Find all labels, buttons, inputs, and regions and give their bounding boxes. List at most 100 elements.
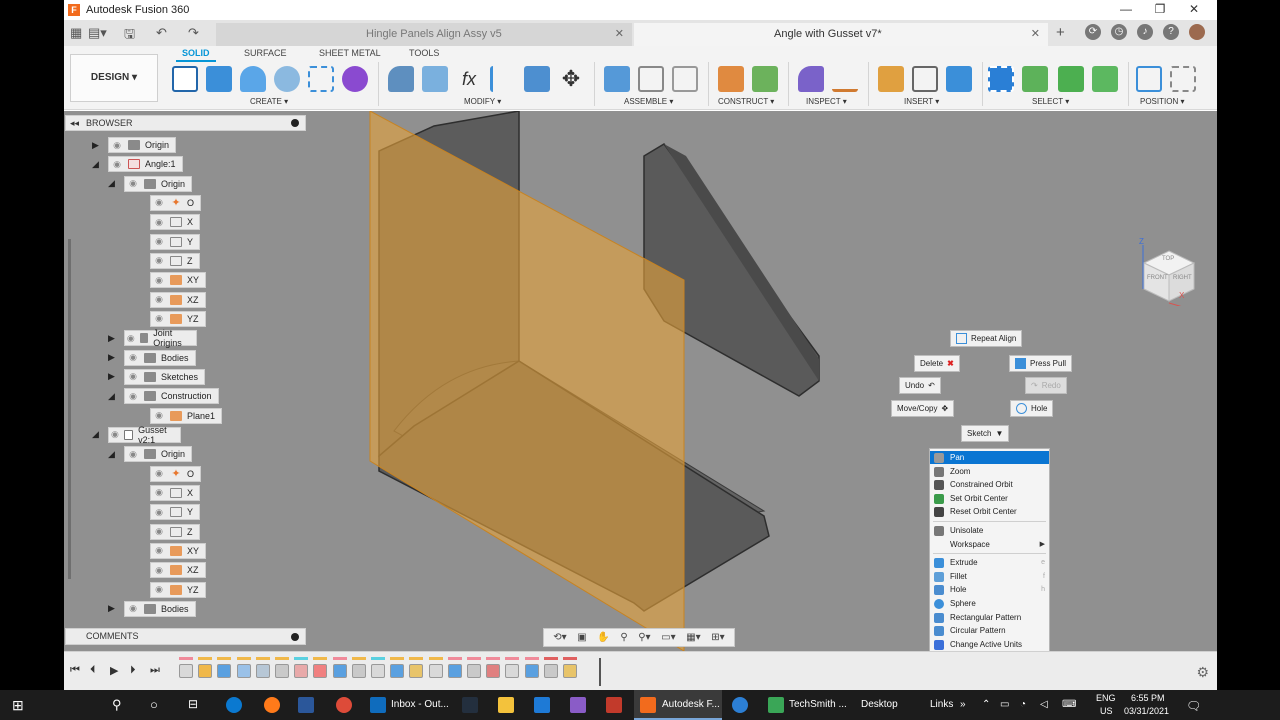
outlook-icon[interactable] [370, 697, 386, 713]
insert-mcmaster-icon[interactable] [878, 66, 904, 92]
timeline-feature-icon[interactable] [275, 664, 289, 678]
timeline-feature-icon[interactable] [409, 664, 424, 678]
edge-icon[interactable] [226, 697, 242, 713]
offset-plane-icon[interactable] [718, 66, 744, 92]
collapse-arrow-icon[interactable]: ◢ [108, 391, 115, 402]
menu-item-extrude[interactable]: Extrude e [930, 556, 1049, 569]
assemble-group-label[interactable]: ASSEMBLE ▾ [624, 97, 673, 106]
browser-node[interactable]: ◉ Origin [108, 137, 177, 153]
comments-add-icon[interactable] [291, 633, 299, 641]
close-button[interactable]: ✕ [1177, 0, 1211, 18]
tab-close-icon[interactable]: ✕ [1031, 23, 1040, 46]
job-status-icon[interactable]: ◷ [1111, 24, 1127, 40]
expand-arrow-icon[interactable]: ▶ [108, 603, 115, 614]
step-forward-icon[interactable]: ⏵ [130, 664, 136, 677]
visual-studio-icon[interactable] [570, 697, 586, 713]
browser-node[interactable]: ◉ ✦ O [150, 465, 202, 482]
notifications-center-icon[interactable]: 🗨 [1186, 699, 1201, 713]
browser-node[interactable]: ◉ Bodies [124, 349, 196, 366]
taskbar-inbox-label[interactable]: Inbox - Out... [391, 699, 449, 710]
visibility-eye-icon[interactable]: ◉ [151, 197, 167, 208]
task-view-icon[interactable]: ⊟ [188, 697, 204, 713]
language-label[interactable]: ENG [1096, 693, 1116, 703]
viewcube-right-label[interactable]: RIGHT [1173, 275, 1192, 281]
capture-position-icon[interactable] [1136, 66, 1162, 92]
measure-icon[interactable] [798, 66, 824, 92]
menu-item-hole[interactable]: Hole h [930, 583, 1049, 596]
cloud-icon[interactable] [732, 697, 748, 713]
menu-item-change-active-units[interactable]: Change Active Units [930, 638, 1049, 651]
press-pull-icon[interactable] [388, 66, 414, 92]
desktop-toolbar-label[interactable]: Desktop [861, 699, 898, 710]
browser-node[interactable]: ◉ ✦ O [150, 194, 202, 211]
comments-panel[interactable]: COMMENTS [65, 628, 306, 645]
press-pull-button[interactable]: Press Pull [1009, 355, 1073, 372]
region-label[interactable]: US [1100, 706, 1113, 716]
visibility-eye-icon[interactable]: ◉ [151, 313, 167, 324]
visibility-eye-icon[interactable]: ◉ [151, 468, 167, 479]
visibility-eye-icon[interactable]: ◉ [151, 507, 167, 518]
display-settings-icon[interactable]: ▭▾ [661, 632, 675, 643]
file-menu-icon[interactable]: ▤▾ [88, 25, 107, 41]
viewports-icon[interactable]: ⊞▾ [711, 632, 724, 643]
collapse-arrow-icon[interactable]: ◢ [108, 178, 115, 189]
tab-close-icon[interactable]: ✕ [615, 23, 624, 46]
tab-surface[interactable]: SURFACE [244, 48, 287, 58]
browser-node[interactable]: ◉ Y [150, 504, 201, 521]
viewcube[interactable]: Z X TOP FRONT RIGHT [1139, 237, 1199, 306]
links-toolbar-label[interactable]: Links [930, 699, 953, 710]
redo-button[interactable]: ↷ Redo [1025, 377, 1067, 394]
browser-node[interactable]: ◉ Joint Origins [124, 328, 197, 348]
delete-button[interactable]: Delete ✖ [914, 355, 960, 372]
amazon-music-icon[interactable] [462, 697, 478, 713]
visibility-eye-icon[interactable]: ◉ [151, 217, 167, 228]
network-icon[interactable]: ▭ [1000, 699, 1009, 710]
visibility-eye-icon[interactable]: ◉ [151, 526, 167, 537]
window-select-icon[interactable] [988, 66, 1014, 92]
hole-icon[interactable] [274, 66, 300, 92]
browser-node[interactable]: ◉ YZ [150, 581, 206, 598]
tray-up-arrow-icon[interactable]: ⌃ [982, 699, 990, 710]
visibility-eye-icon[interactable]: ◉ [109, 159, 125, 170]
timeline-feature-icon[interactable] [486, 664, 501, 678]
grid-settings-icon[interactable]: ▦▾ [686, 632, 700, 643]
go-to-end-icon[interactable]: ⏭ [150, 664, 160, 677]
revolve-icon[interactable] [240, 66, 266, 92]
browser-node[interactable]: ◉ Plane1 [150, 407, 223, 424]
clock-time[interactable]: 6:55 PM [1131, 693, 1165, 703]
browser-node[interactable]: ◉ XZ [150, 291, 206, 308]
extrude-icon[interactable] [206, 66, 232, 92]
timeline-settings-gear-icon[interactable]: ⚙ [1196, 664, 1209, 681]
visibility-eye-icon[interactable]: ◉ [125, 391, 141, 402]
browser-header[interactable]: ◂◂ BROWSER [65, 115, 306, 131]
browser-node[interactable]: ◉ Angle:1 [108, 156, 183, 173]
visibility-eye-icon[interactable]: ◉ [125, 603, 141, 614]
browser-node[interactable]: ◉ YZ [150, 310, 206, 327]
cortana-icon[interactable]: ○ [150, 697, 166, 713]
chrome-icon[interactable] [336, 697, 352, 713]
touch-keyboard-icon[interactable]: ⌨ [1062, 699, 1076, 710]
visibility-eye-icon[interactable]: ◉ [151, 565, 167, 576]
menu-item-circular-pattern[interactable]: Circular Pattern [930, 624, 1049, 637]
menu-item-sphere[interactable]: Sphere [930, 597, 1049, 610]
notifications-icon[interactable]: ♪ [1137, 24, 1153, 40]
timeline-marker[interactable] [599, 658, 601, 686]
menu-item-set-orbit-center[interactable]: Set Orbit Center [930, 492, 1049, 505]
zoom-icon[interactable]: ⚲ [620, 632, 627, 643]
pattern-icon[interactable] [308, 66, 334, 92]
joint-icon[interactable] [638, 66, 664, 92]
browser-node[interactable]: ◉ XZ [150, 562, 206, 579]
undo-button[interactable]: Undo ↶ [899, 377, 941, 394]
timeline-feature-icon[interactable] [294, 664, 309, 678]
browser-scrollbar[interactable] [68, 239, 71, 579]
visibility-eye-icon[interactable]: ◉ [151, 487, 167, 498]
timeline-feature-icon[interactable] [332, 664, 347, 678]
timeline-feature-icon[interactable] [351, 664, 366, 678]
firefox-icon[interactable] [264, 697, 280, 713]
visibility-eye-icon[interactable]: ◉ [109, 429, 121, 440]
timeline-feature-icon[interactable] [543, 664, 558, 678]
menu-item-fillet[interactable]: Fillet f [930, 570, 1049, 583]
parameters-fx-icon[interactable]: fx [456, 66, 482, 92]
construct-group-label[interactable]: CONSTRUCT ▾ [718, 97, 774, 106]
create-form-icon[interactable] [342, 66, 368, 92]
